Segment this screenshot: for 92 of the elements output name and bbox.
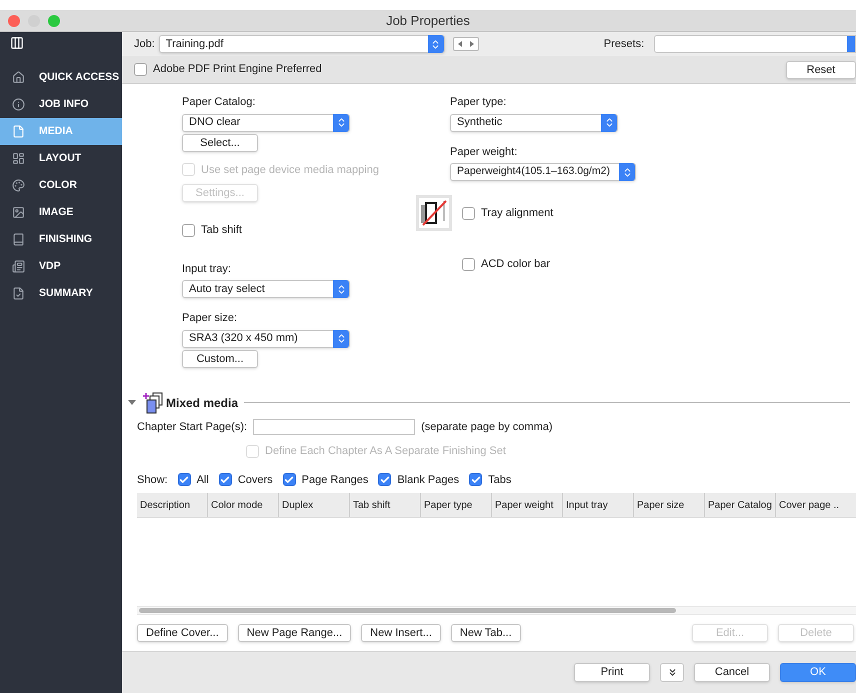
presets-dropdown[interactable] [654, 35, 856, 53]
field-label: Paper weight: [450, 144, 518, 160]
layout-icon [12, 152, 25, 165]
field-label: Job: [134, 36, 155, 52]
checkbox-label: Adobe PDF Print Engine Preferred [153, 62, 322, 78]
button[interactable]: New Tab... [450, 624, 521, 642]
checkbox-label: Use set page device media mapping [201, 162, 379, 178]
dropdown[interactable]: Auto tray select [182, 280, 350, 298]
previous-icon [458, 41, 462, 47]
button[interactable]: Print [574, 663, 650, 682]
column-header[interactable]: Color mode [208, 493, 279, 517]
sidebar-item[interactable]: FINISHING [0, 226, 122, 253]
checkbox[interactable] [378, 473, 392, 486]
checkbox-label: Tabs [488, 472, 512, 488]
checkbox[interactable] [218, 473, 232, 486]
button[interactable]: Define Cover... [137, 624, 228, 642]
dropdown[interactable]: Synthetic [450, 114, 618, 132]
checkbox-label: Tray alignment [481, 206, 554, 221]
column-header[interactable]: Description [137, 493, 208, 517]
tray-alignment-icon[interactable] [416, 195, 452, 231]
section-title: Mixed media [166, 394, 238, 412]
checkbox-label: Covers [238, 472, 273, 488]
more-button[interactable] [660, 663, 684, 682]
home-icon [12, 71, 25, 84]
field-label: Paper size: [182, 311, 238, 326]
check-icon [179, 474, 190, 485]
check-icon [380, 474, 390, 485]
column-header[interactable]: Paper weight [492, 493, 563, 517]
column-header[interactable]: Tab shift [350, 493, 421, 517]
sidebar-item[interactable]: JOB INFO [0, 91, 122, 118]
palette-icon [12, 179, 25, 192]
check-icon [470, 474, 481, 485]
info-icon [12, 98, 25, 111]
button[interactable]: Select... [182, 134, 258, 152]
checkbox[interactable] [462, 258, 475, 271]
field-label: Presets: [604, 36, 644, 52]
field-label: Paper type: [450, 95, 508, 110]
column-header[interactable]: Cover page .. [776, 493, 856, 517]
sidebar-item[interactable]: VDP [0, 253, 122, 280]
checkbox-label: ACD color bar [481, 257, 550, 272]
scrollbar-thumb[interactable] [139, 608, 676, 613]
field-label: Chapter Start Page(s): [137, 420, 248, 434]
collapse-triangle-icon[interactable] [128, 400, 136, 405]
book-icon [12, 233, 25, 246]
checkbox-label: Define Each Chapter As A Separate Finishing Set [265, 444, 506, 459]
next-icon [470, 41, 474, 47]
button[interactable]: Custom... [182, 350, 258, 368]
document-icon [12, 125, 25, 138]
checkbox-label: All [196, 472, 209, 488]
check-icon [284, 474, 294, 485]
checkbox[interactable] [462, 206, 475, 220]
sidebar-item[interactable]: IMAGE [0, 199, 122, 226]
column-header[interactable]: Paper Catalog [705, 493, 776, 517]
button[interactable]: New Insert... [361, 624, 441, 642]
menu-icon[interactable] [10, 36, 24, 50]
field-label: Input tray: [182, 262, 232, 276]
window-title: Job Properties [386, 12, 470, 30]
field-label: Paper Catalog: [182, 95, 256, 110]
check-icon [220, 474, 230, 485]
column-header[interactable]: Paper type [421, 493, 492, 517]
dropdown[interactable]: DNO clear [182, 114, 350, 132]
checkbox-label: Blank Pages [397, 472, 460, 488]
input-field[interactable] [253, 418, 416, 435]
checkbox[interactable] [134, 63, 147, 76]
sidebar-item[interactable]: QUICK ACCESS [0, 64, 122, 91]
column-header[interactable]: Duplex [279, 493, 350, 517]
checkbox[interactable] [182, 224, 195, 237]
checkbox-label: Tab shift [201, 223, 242, 238]
button[interactable]: Cancel [694, 663, 770, 682]
dropdown[interactable]: Paperweight4(105.1–163.0g/m2) [450, 163, 636, 181]
sidebar-item[interactable]: COLOR [0, 172, 122, 199]
column-header[interactable]: Input tray [563, 493, 634, 517]
double-chevron-icon [666, 667, 678, 678]
checkbox[interactable] [469, 473, 482, 486]
checkbox[interactable] [282, 473, 296, 486]
checkbox-label: Page Ranges [302, 472, 368, 488]
checkbox[interactable] [178, 473, 191, 486]
image-icon [12, 206, 25, 219]
dropdown[interactable]: Training.pdf [158, 35, 445, 53]
field-label: Show: [137, 472, 168, 488]
button[interactable]: New Page Range... [238, 624, 352, 642]
close-button[interactable] [8, 14, 20, 26]
navigation-buttons[interactable] [452, 37, 479, 51]
button[interactable]: Reset [786, 60, 856, 78]
sidebar-item[interactable]: LAYOUT [0, 145, 122, 172]
hint-text: (separate page by comma) [421, 420, 553, 434]
dropdown[interactable]: SRA3 (320 x 450 mm) [182, 330, 350, 348]
sidebar-item[interactable]: SUMMARY [0, 280, 122, 307]
column-header[interactable]: Paper size [634, 493, 705, 517]
pages-icon [142, 392, 164, 414]
document-check-icon [12, 287, 25, 300]
newspaper-icon [12, 260, 25, 273]
